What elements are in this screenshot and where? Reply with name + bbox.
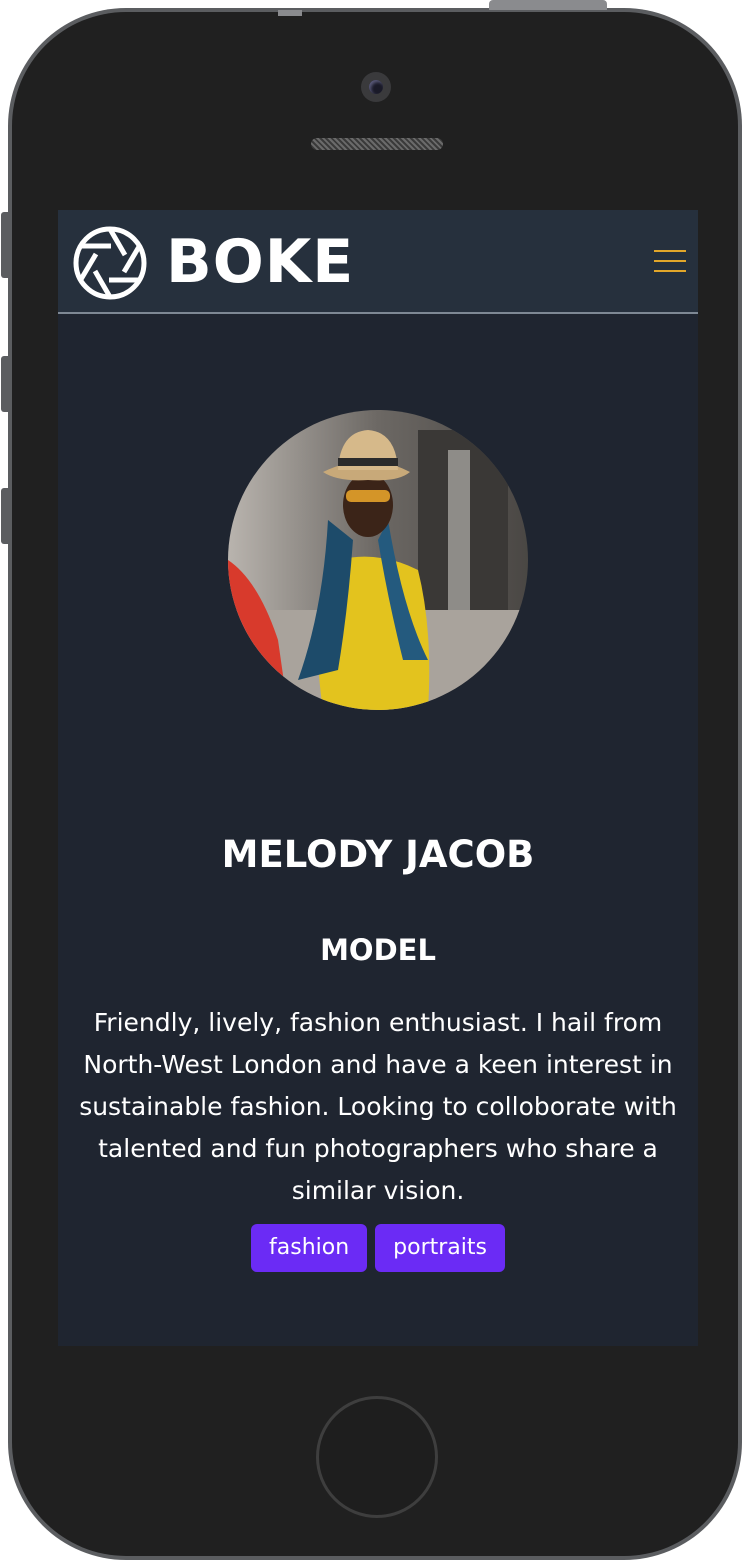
antenna-line [278,10,302,16]
volume-down-button [1,488,8,544]
mute-switch [1,212,8,278]
tag-fashion[interactable]: fashion [251,1224,368,1272]
profile-photo [228,410,528,710]
home-button[interactable] [316,1396,438,1518]
menu-line [654,250,686,252]
hamburger-menu-icon[interactable] [654,250,686,272]
tag-portraits[interactable]: portraits [375,1224,505,1272]
tag-list: fashion portraits [58,1224,698,1272]
menu-line [654,270,686,272]
profile-role: MODEL [320,933,436,967]
front-camera [361,72,391,102]
menu-line [654,260,686,262]
camera-shutter-icon[interactable] [72,225,148,301]
brand-name[interactable]: BOKE [166,226,354,298]
profile-name: MELODY JACOB [221,833,535,876]
earpiece-speaker [311,138,443,150]
power-button [489,0,607,10]
volume-up-button [1,356,8,412]
profile-bio: Friendly, lively, fashion enthusiast. I … [79,1008,677,1205]
phone-screen: BOKE MELODY JACOB MODEL Friendly, lively… [58,210,698,1346]
navbar: BOKE [58,210,698,314]
